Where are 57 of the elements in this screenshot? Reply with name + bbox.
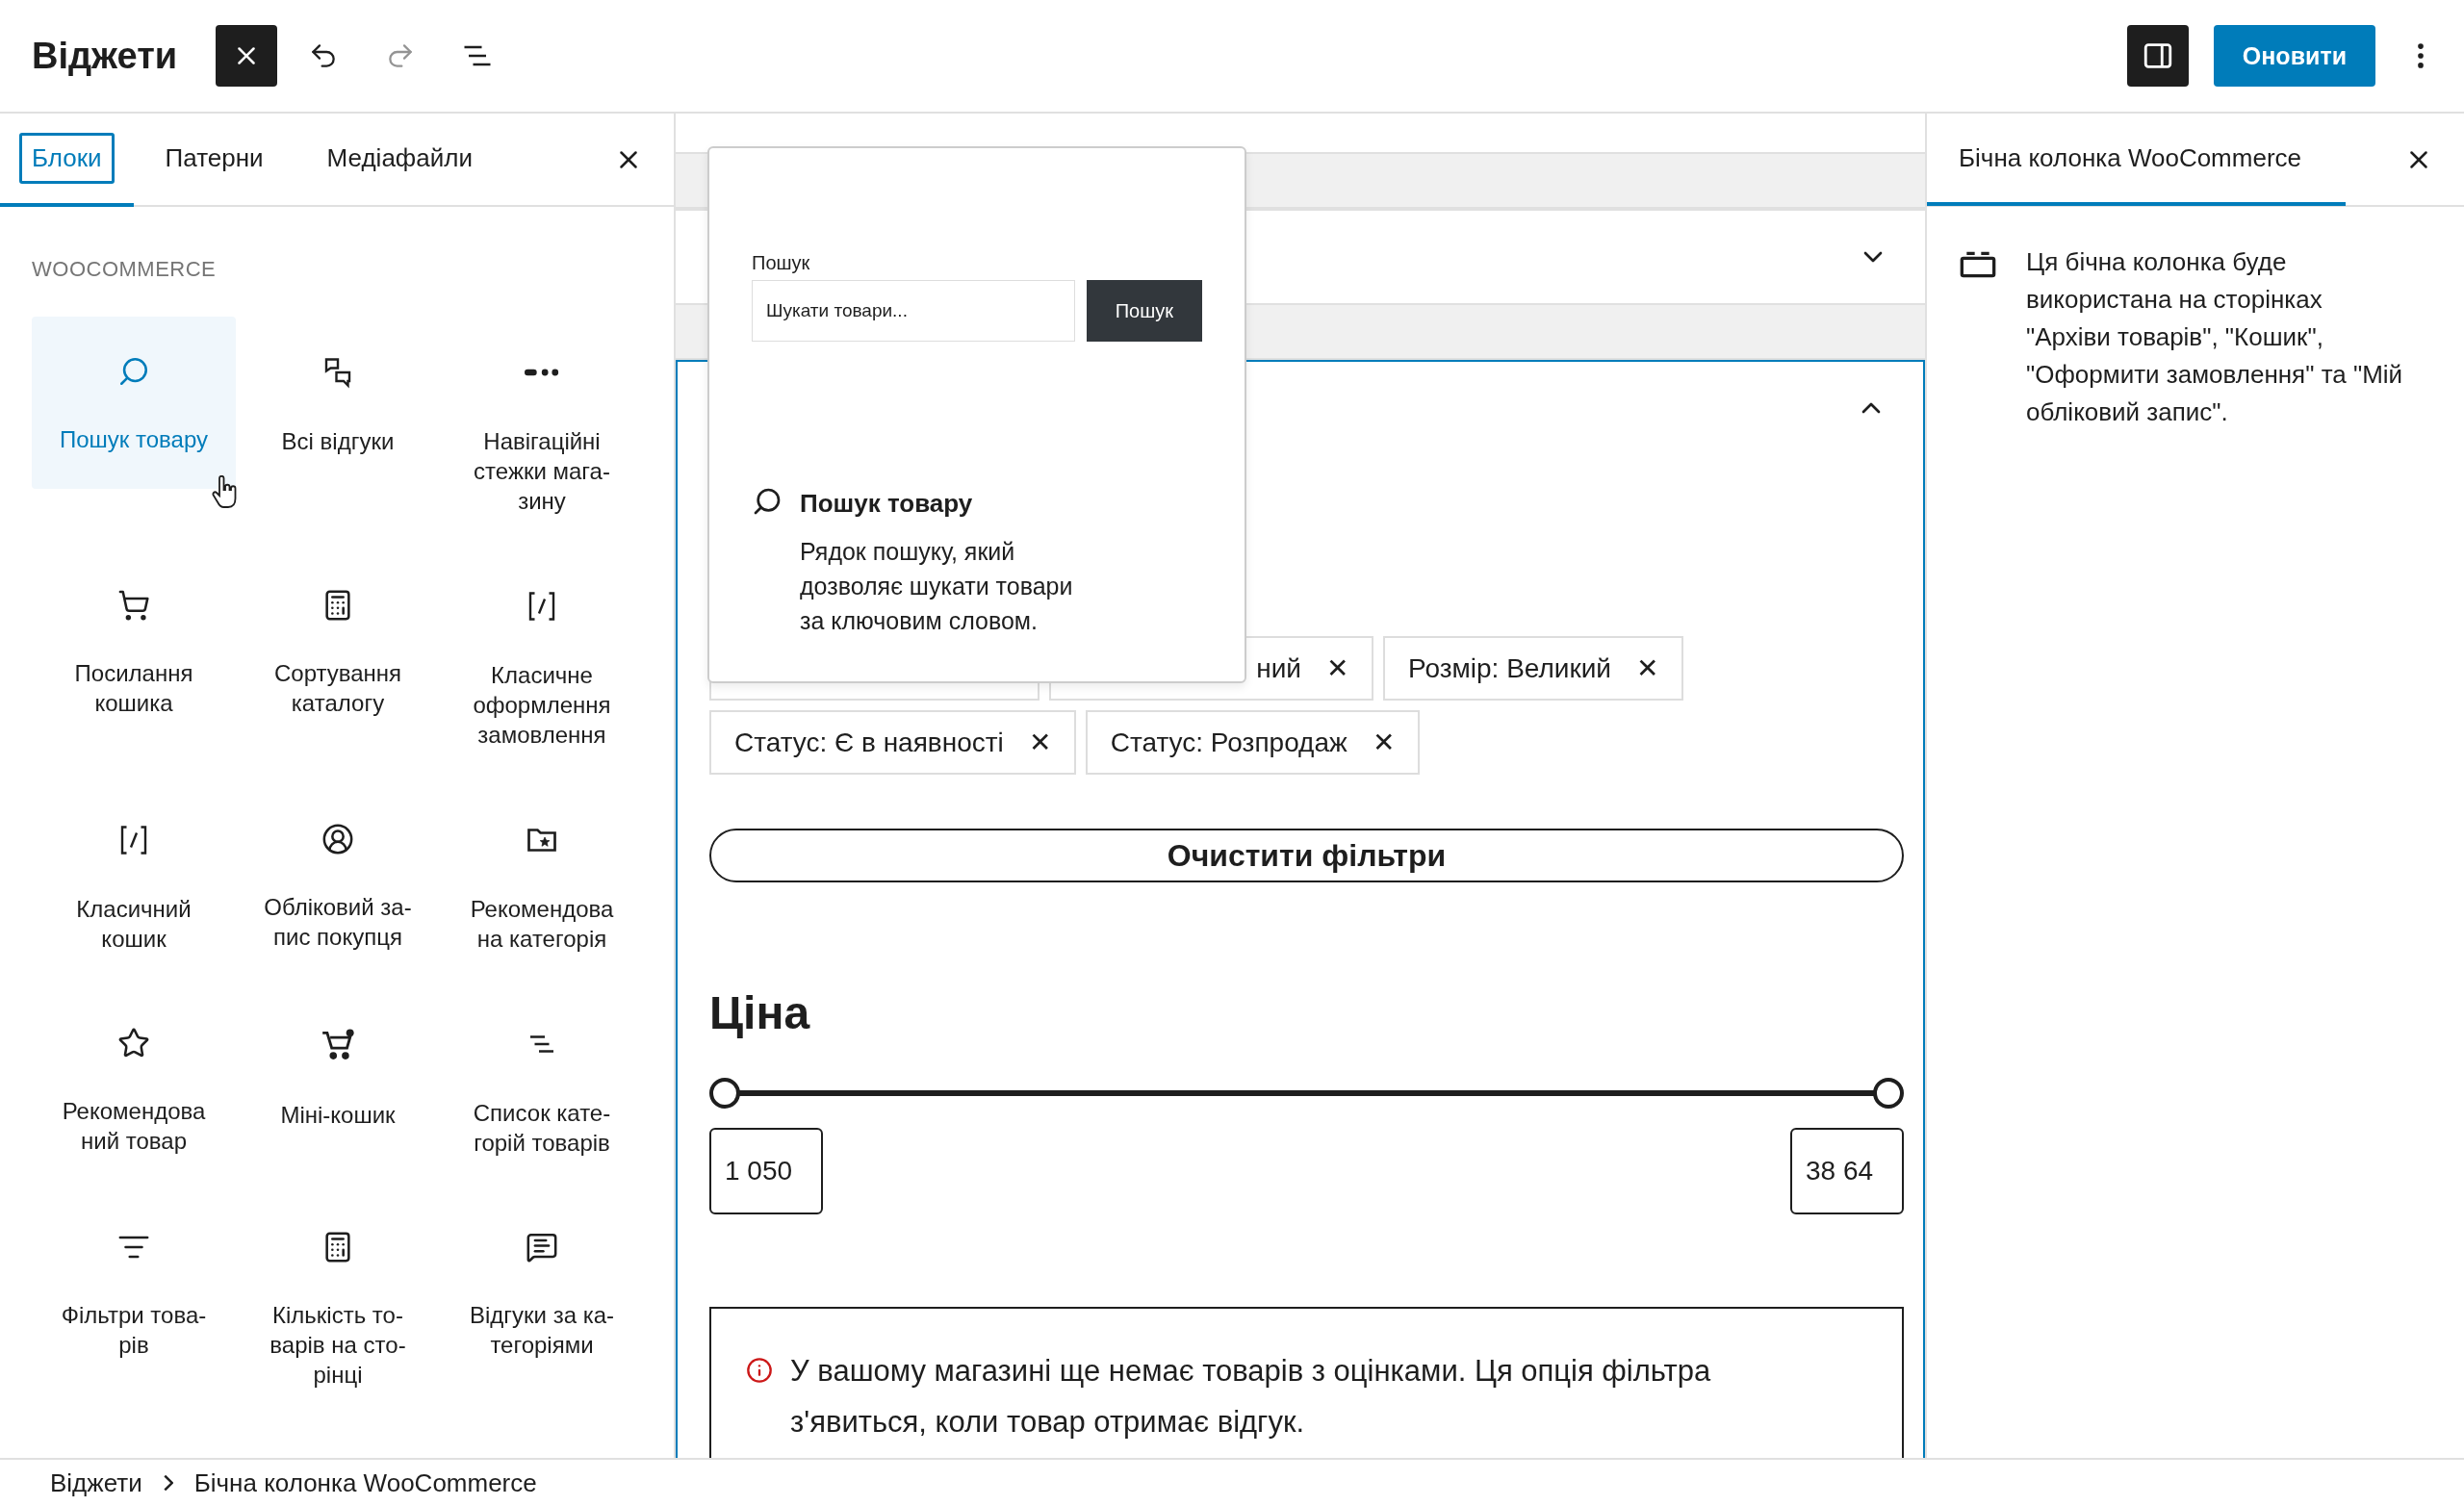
- remove-filter-button[interactable]: ✕: [1636, 652, 1658, 684]
- message-icon: [526, 1231, 558, 1264]
- breadcrumb-link[interactable]: Віджети: [50, 1468, 142, 1498]
- filter-label: Статус: Розпродаж: [1110, 727, 1348, 758]
- block-item[interactable]: Список кате- горій товарів: [440, 988, 644, 1192]
- breadcrumb-link[interactable]: Бічна колонка WooCommerce: [193, 1468, 537, 1498]
- price-heading: Ціна: [709, 986, 811, 1039]
- block-item[interactable]: Кількість то- варів на сто- рінці: [236, 1192, 440, 1424]
- block-item[interactable]: Класичний кошик: [32, 784, 236, 988]
- block-item[interactable]: Класичне оформлення замовлення: [440, 550, 644, 784]
- info-icon: [746, 1357, 773, 1384]
- category-heading: WOOCOMMERCE: [32, 257, 218, 282]
- sidebar-description: Ця бічна колонка буде використана на сторінках "Архіви товарів", "Кошик", "Оформити замовлення" та "Мій обліковий запис".: [2026, 246, 2404, 428]
- update-button[interactable]: Оновити: [2213, 25, 2375, 87]
- chevron-icon: [163, 1475, 173, 1491]
- close-button[interactable]: [216, 25, 278, 87]
- search-field[interactable]: Шукати товари...: [752, 280, 1075, 342]
- block-description: Рядок пошуку, який дозволяє шукати товари за ключовим словом.: [800, 537, 1074, 636]
- block-item[interactable]: Посилання кошика: [32, 550, 236, 753]
- block-item[interactable]: Міні-кошик: [236, 988, 440, 1164]
- widget-area-icon: [1959, 249, 1997, 280]
- remove-filter-button[interactable]: ✕: [1326, 652, 1348, 684]
- block-item[interactable]: Відгуки за ка- тегоріями: [440, 1192, 644, 1394]
- dots-icon: [525, 369, 559, 376]
- page-title: Віджети: [32, 35, 178, 77]
- block-item[interactable]: Обліковий за- пис покупця: [236, 784, 440, 986]
- remove-filter-button[interactable]: ✕: [1028, 727, 1051, 758]
- max-price-field[interactable]: 38 64: [1790, 1128, 1904, 1214]
- star-icon: [117, 1027, 150, 1059]
- cart-icon: [117, 589, 150, 622]
- block-item[interactable]: Фільтри това- рів: [32, 1192, 236, 1394]
- tab[interactable]: Медіафайли: [295, 114, 504, 207]
- remove-filter-button[interactable]: ✕: [1372, 727, 1395, 758]
- clear-filters-button[interactable]: Очистити фільтри: [709, 829, 1904, 882]
- sidebar-title[interactable]: Бічна колонка WooCommerce: [1959, 143, 2346, 173]
- sidebar-toggle-button[interactable]: [2126, 25, 2189, 87]
- block-item[interactable]: Рекомендова на категорія: [440, 784, 644, 988]
- search-icon: [117, 355, 150, 388]
- search-label: Пошук: [752, 252, 811, 274]
- tab[interactable]: Блоки: [0, 114, 134, 207]
- block-item[interactable]: Всі відгуки: [236, 317, 440, 491]
- min-price-field[interactable]: 1 050: [709, 1128, 823, 1214]
- widget-area[interactable]: [676, 360, 1925, 1458]
- block-item[interactable]: Навігаційні стежки мага- зину: [440, 317, 644, 550]
- user-icon: [321, 823, 354, 855]
- slider-thumb[interactable]: [709, 1078, 740, 1109]
- block-item[interactable]: Рекомендова ний товар: [32, 988, 236, 1190]
- block-item[interactable]: Сортування каталогу: [236, 550, 440, 753]
- filter-label: Статус: Є в наявності: [734, 727, 1004, 758]
- search-icon: [752, 486, 783, 517]
- price-slider[interactable]: [709, 1078, 1904, 1109]
- search-button[interactable]: Пошук: [1086, 280, 1202, 342]
- filter-label: Розмір: Великий: [1408, 652, 1611, 684]
- block-title: Пошук товару: [800, 488, 974, 520]
- tab[interactable]: Патерни: [133, 114, 295, 207]
- slider-thumb[interactable]: [1873, 1078, 1904, 1109]
- notice-text: У вашому магазині ще немає товарів з оцінками. Ця опція фільтра з'явиться, коли товар отримає відгук.: [790, 1353, 1712, 1441]
